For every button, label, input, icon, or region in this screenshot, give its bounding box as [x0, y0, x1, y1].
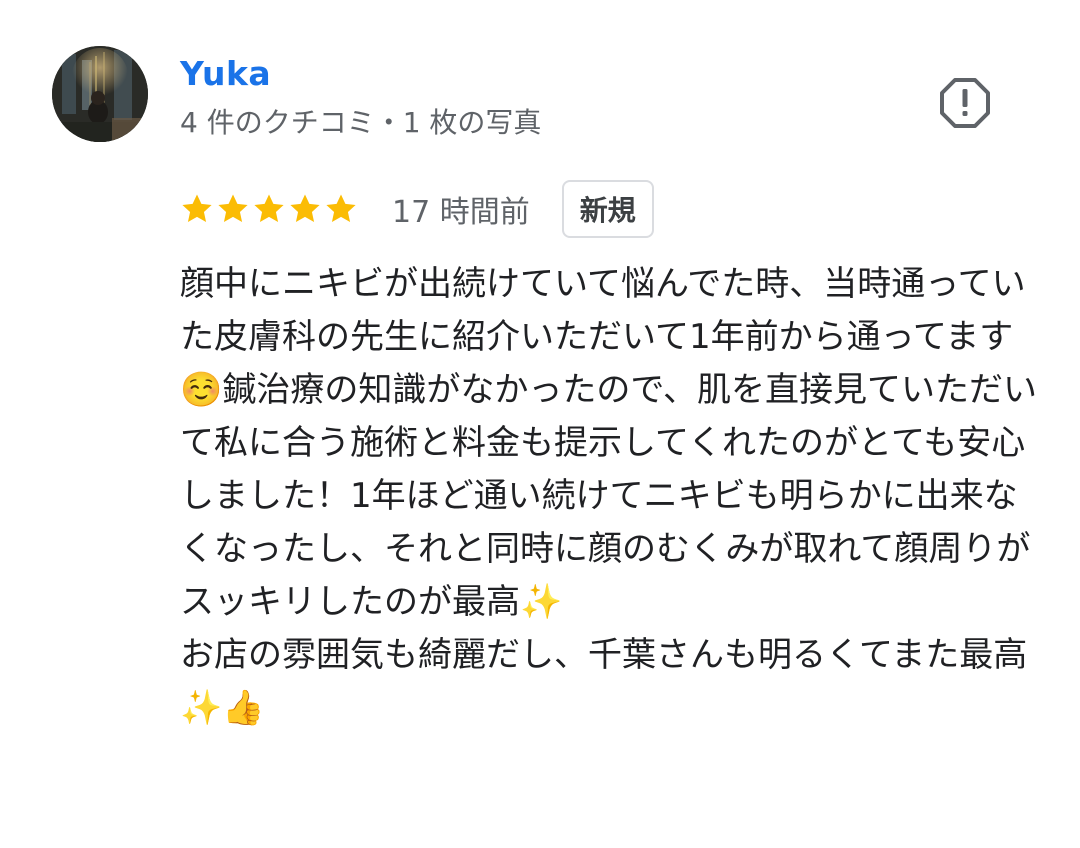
rating-row: 17 時間前 新規	[180, 178, 654, 240]
star-icon	[326, 194, 356, 223]
review-card: Yuka 4 件のクチコミ・1 枚の写真 17 時間前 新規 顔中にニキビが出続…	[0, 0, 1080, 848]
star-icon	[290, 194, 320, 223]
author-meta: 4 件のクチコミ・1 枚の写真	[180, 106, 542, 139]
avatar[interactable]	[52, 46, 148, 142]
review-time: 17 時間前	[392, 195, 530, 230]
star-icon	[254, 194, 284, 223]
avatar-photo-icon	[52, 46, 148, 142]
star-icon	[182, 194, 212, 223]
star-icon	[218, 194, 248, 223]
report-flag-icon[interactable]	[938, 76, 992, 130]
review-text: 顔中にニキビが出続けていて悩んでた時、当時通っていた皮膚科の先生に紹介いただいて…	[180, 264, 1037, 728]
author-name[interactable]: Yuka	[180, 54, 271, 93]
star-rating	[180, 192, 358, 226]
new-badge: 新規	[561, 180, 654, 238]
